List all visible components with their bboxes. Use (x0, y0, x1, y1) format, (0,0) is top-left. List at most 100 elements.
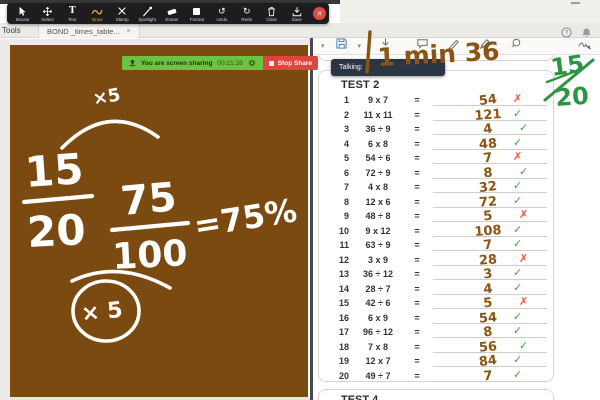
share-message: You are screen sharing (141, 60, 212, 67)
row-expression: 36 ÷ 9 (353, 124, 403, 134)
toolbar-select[interactable]: Select (35, 3, 60, 24)
row-expression: 42 ÷ 6 (353, 298, 403, 308)
tools-window-label[interactable]: Tools (2, 26, 21, 35)
fraction-left-bar (24, 196, 92, 202)
score-numerator: 15 (549, 50, 586, 82)
row-number: 3 (319, 124, 349, 134)
fraction-left-denominator: 20 (26, 205, 87, 257)
row-mark: ✓ (519, 339, 528, 352)
handwritten-score: 15 20 (539, 48, 599, 115)
table-row: 20 49 ÷ 7 = 7 ✓ (319, 369, 553, 384)
row-number: 10 (319, 226, 349, 236)
trash-icon (266, 6, 277, 17)
next-worksheet-title: TEST 4 (319, 390, 553, 400)
row-expression: 72 ÷ 9 (353, 168, 403, 178)
row-expression: 12 x 6 (353, 197, 403, 207)
stop-icon (269, 61, 274, 66)
row-expression: 48 ÷ 8 (353, 211, 403, 221)
answer-line: 84 ✓ (433, 355, 547, 367)
worksheet-rows: 1 9 x 7 = 54 ✗ 2 11 x 11 = 121 ✓ 3 36 ÷ … (319, 93, 553, 379)
row-equals: = (403, 269, 431, 279)
move-icon (42, 6, 53, 17)
row-expression: 49 ÷ 7 (353, 371, 403, 381)
row-equals: = (403, 356, 431, 366)
row-equals: = (403, 327, 431, 337)
stop-share-button[interactable]: Stop Share (263, 56, 318, 70)
stamp-tool-icon[interactable] (509, 37, 522, 55)
toolbar-stamp[interactable]: Stamp (110, 3, 135, 24)
screen: Mouse Select T Text Draw Stamp Spotlight (0, 0, 600, 400)
answer-line: 7 ✓ (433, 239, 547, 251)
row-expression: 6 x 8 (353, 139, 403, 149)
row-equals: = (403, 371, 431, 381)
annotation-toolbar: Mouse Select T Text Draw Stamp Spotlight (7, 3, 329, 24)
row-equals: = (403, 284, 431, 294)
test2-card: TEST 2 1 9 x 7 = 54 ✗ 2 11 x 11 = 121 ✓ … (318, 70, 554, 382)
toolbar-spotlight[interactable]: Spotlight (135, 3, 160, 24)
screen-share-banner: You are screen sharing 00:21:28 Stop Sha… (122, 56, 318, 70)
answer-line: 7 ✓ (433, 370, 547, 382)
fraction-right-denominator: 100 (111, 233, 188, 278)
gear-icon[interactable] (248, 59, 256, 67)
row-number: 9 (319, 211, 349, 221)
toolbar-redo[interactable]: ↻ Redo (234, 3, 259, 24)
row-expression: 12 x 7 (353, 356, 403, 366)
minimize-icon[interactable] (571, 2, 580, 4)
toolbar-eraser[interactable]: Eraser (160, 3, 185, 24)
row-mark: ✓ (513, 368, 522, 381)
times5-bottom: × 5 (80, 298, 124, 327)
share-status: You are screen sharing 00:21:28 (122, 56, 263, 70)
tab-label: BOND _times_table... (47, 27, 120, 36)
answer-line: 48 ✓ (433, 138, 547, 150)
chevron-down-icon[interactable]: ▾ (321, 42, 325, 50)
row-number: 18 (319, 342, 349, 352)
answer-line: 28 ✗ (433, 254, 547, 266)
answer-line: 56 ✓ (433, 341, 547, 353)
document-tab[interactable]: BOND _times_table... × (38, 23, 140, 38)
row-number: 19 (319, 356, 349, 366)
toolbar-undo[interactable]: ↺ Undo (209, 3, 234, 24)
handwritten-time: 1 min 36 (358, 24, 508, 83)
toolbar-clear[interactable]: Clear (259, 3, 284, 24)
undo-icon: ↺ (218, 6, 226, 17)
row-expression: 54 ÷ 6 (353, 153, 403, 163)
row-mark: ✓ (513, 353, 522, 366)
row-number: 11 (319, 240, 349, 250)
row-expression: 9 x 12 (353, 226, 403, 236)
row-number: 4 (319, 139, 349, 149)
row-number: 16 (319, 313, 349, 323)
row-equals: = (403, 313, 431, 323)
row-equals: = (403, 95, 431, 105)
row-equals: = (403, 124, 431, 134)
close-toolbar-button[interactable]: ✕ (313, 7, 326, 20)
row-expression: 9 x 7 (353, 95, 403, 105)
answer-line: 32 ✓ (433, 181, 547, 193)
redo-icon: ↻ (243, 6, 251, 17)
row-number: 17 (319, 327, 349, 337)
whiteboard-canvas[interactable]: ×5 15 20 75 100 =75% × 5 (10, 45, 308, 397)
answer-line: 8 ✓ (433, 326, 547, 338)
eraser-icon (166, 6, 178, 17)
toolbar-mouse[interactable]: Mouse (10, 3, 35, 24)
answer-line: 7 ✗ (433, 152, 547, 164)
toolbar-save[interactable]: Save (284, 3, 309, 24)
toolbar-format[interactable]: Format (184, 3, 209, 24)
row-expression: 11 x 11 (353, 110, 403, 120)
answer-line: 8 ✓ (433, 167, 547, 179)
row-number: 14 (319, 284, 349, 294)
answer-line: 4 ✓ (433, 283, 547, 295)
row-mark: ✓ (513, 324, 522, 337)
answer-line: 54 ✓ (433, 312, 547, 324)
toolbar-draw[interactable]: Draw (85, 3, 110, 24)
toolbar-text[interactable]: T Text (60, 3, 85, 24)
score-denominator: 20 (554, 82, 589, 110)
save-icon (291, 6, 303, 17)
answer-line: 5 ✗ (433, 210, 547, 222)
row-expression: 6 x 9 (353, 313, 403, 323)
tab-close-icon[interactable]: × (127, 28, 131, 35)
save-file-icon[interactable] (335, 37, 348, 55)
row-equals: = (403, 182, 431, 192)
times5-top: ×5 (91, 84, 122, 109)
row-number: 1 (319, 95, 349, 105)
row-equals: = (403, 110, 431, 120)
